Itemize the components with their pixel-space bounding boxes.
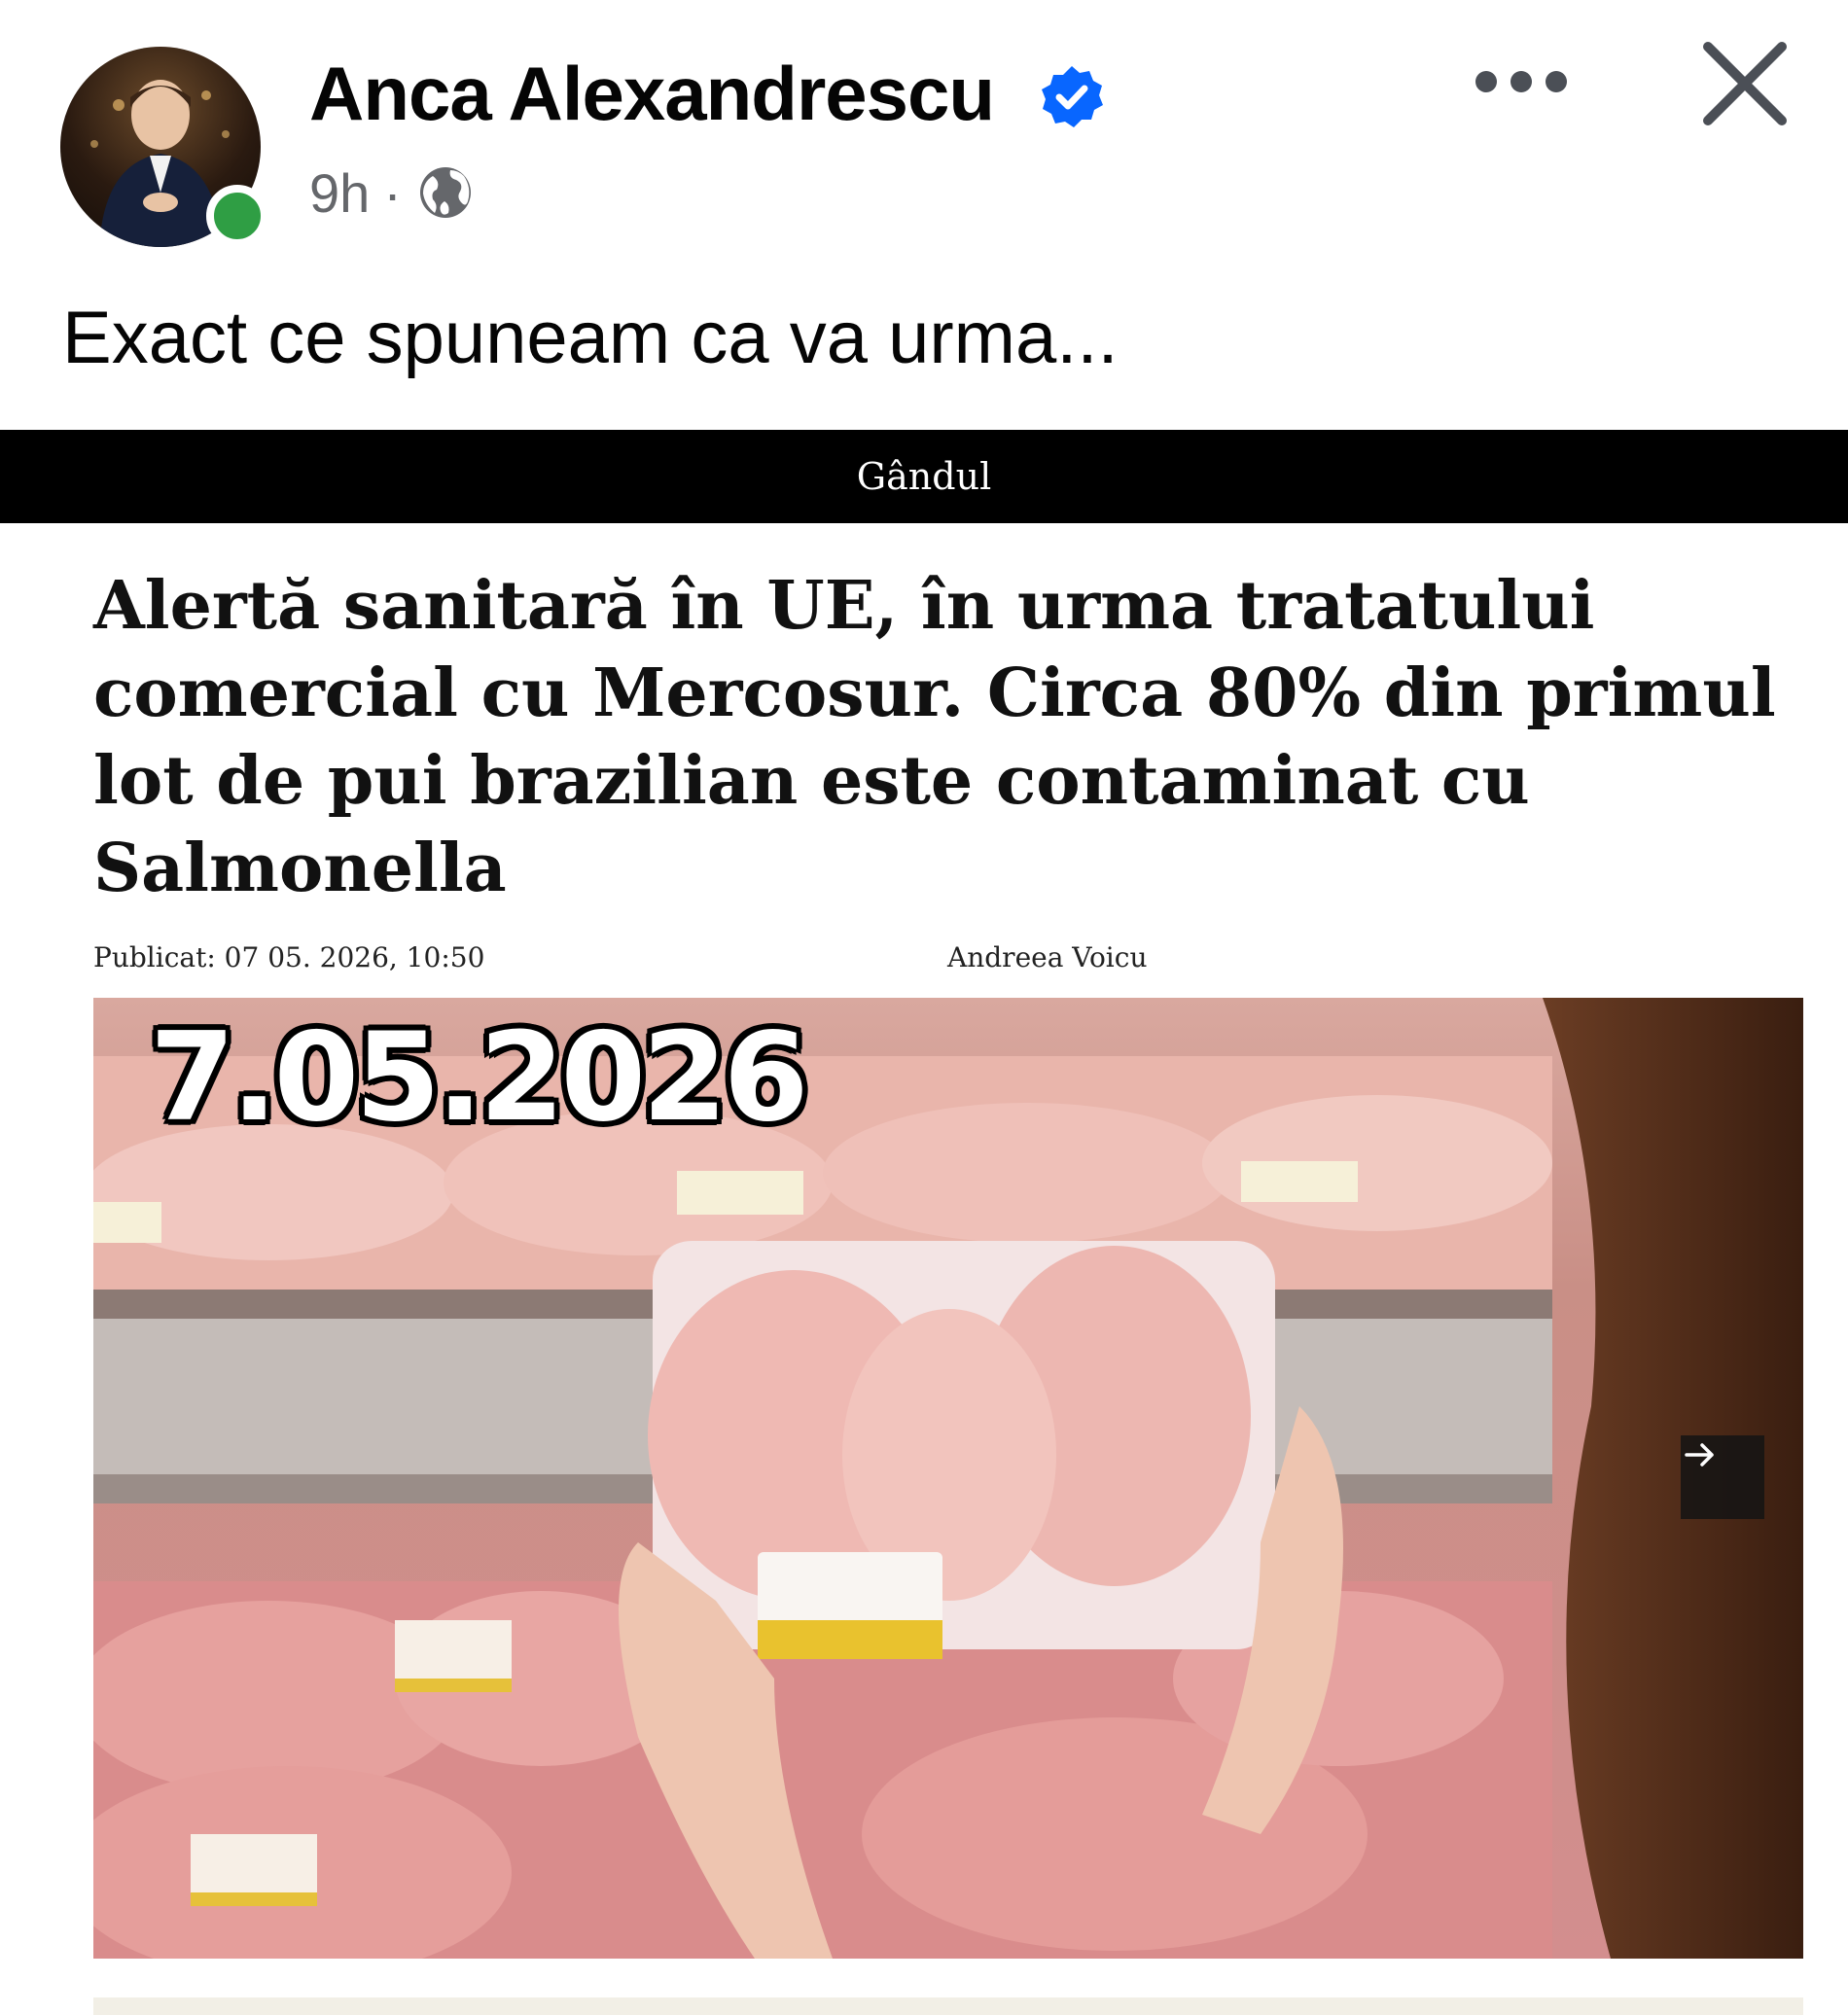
post-header: Anca Alexandrescu 9h · Exact ce spuneam …	[0, 0, 1848, 379]
globe-icon[interactable]	[415, 162, 476, 223]
more-options-icon[interactable]	[1471, 62, 1572, 101]
author-avatar[interactable]	[60, 47, 268, 253]
author-name[interactable]: Anca Alexandrescu	[309, 47, 995, 140]
next-image-button[interactable]	[1681, 1435, 1764, 1519]
post-meta: 9h ·	[309, 154, 476, 231]
verified-badge-icon	[1042, 66, 1103, 127]
article-footer-strip	[93, 1997, 1803, 2015]
online-status-dot	[206, 185, 268, 247]
close-icon[interactable]	[1700, 39, 1790, 128]
image-date-overlay: 7.05.2026	[150, 1006, 808, 1149]
article-published-date: Publicat: 07 05. 2026, 10:50	[93, 941, 485, 973]
meta-separator: ·	[383, 161, 402, 224]
article-photo[interactable]: 7.05.2026	[93, 998, 1803, 1959]
article-source-name: Gândul	[856, 455, 992, 498]
arrow-right-icon	[1685, 1443, 1714, 1467]
post-time[interactable]: 9h	[309, 161, 370, 225]
post-text: Exact ce spuneam ca va urma...	[62, 297, 1119, 379]
shared-article[interactable]: Alertă sanitară în UE, în urma tratatulu…	[0, 523, 1848, 2015]
article-headline: Alertă sanitară în UE, în urma tratatulu…	[93, 567, 1776, 907]
article-source-bar[interactable]: Gândul	[0, 430, 1848, 523]
article-author: Andreea Voicu	[947, 941, 1148, 973]
